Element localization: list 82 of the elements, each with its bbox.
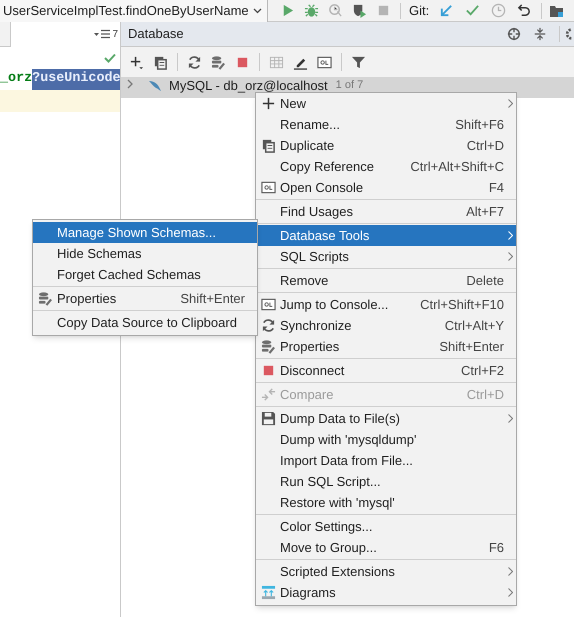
bug-icon[interactable] bbox=[304, 3, 319, 18]
menu-item[interactable]: Remove Delete bbox=[256, 270, 516, 291]
menu-item[interactable]: Hide Schemas bbox=[33, 243, 257, 264]
list-icon[interactable] bbox=[94, 29, 110, 39]
database-wrench-icon[interactable] bbox=[211, 54, 226, 70]
console-icon[interactable] bbox=[317, 54, 332, 70]
panel-title: Database bbox=[128, 25, 185, 44]
shortcut-label: Ctrl+D bbox=[466, 136, 504, 155]
menu-item[interactable]: Properties Shift+Enter bbox=[33, 288, 257, 309]
menu-item[interactable]: Diagrams bbox=[256, 582, 516, 603]
console-icon bbox=[260, 180, 276, 195]
chevron-right-icon bbox=[508, 252, 512, 261]
chevron-right-icon bbox=[508, 231, 512, 240]
menu-item[interactable]: Copy Reference Ctrl+Alt+Shift+C bbox=[256, 156, 516, 177]
shortcut-label: F6 bbox=[488, 538, 504, 557]
check-icon bbox=[104, 53, 116, 63]
menu-item[interactable]: Forget Cached Schemas bbox=[33, 264, 257, 285]
copy-icon bbox=[260, 138, 276, 153]
shortcut-label: Ctrl+Alt+Y bbox=[444, 316, 504, 335]
shortcut-label: Ctrl+F2 bbox=[461, 362, 504, 380]
shortcut-label: Shift+F6 bbox=[455, 116, 504, 134]
shortcut-label: Ctrl+D bbox=[466, 386, 504, 404]
chevron-right-icon[interactable] bbox=[125, 79, 135, 89]
plus-icon bbox=[260, 96, 276, 111]
connection-label: MySQL - db_orz@localhost bbox=[169, 79, 328, 92]
menu-item[interactable]: Duplicate Ctrl+D bbox=[256, 135, 516, 156]
menu-item[interactable]: Manage Shown Schemas... bbox=[33, 222, 257, 243]
menu-item[interactable]: Properties Shift+Enter bbox=[256, 336, 516, 357]
undo-icon[interactable] bbox=[517, 3, 532, 18]
shortcut-label: Shift+Enter bbox=[180, 290, 245, 308]
diagram-icon bbox=[260, 585, 276, 600]
chevron-right-icon bbox=[508, 414, 512, 423]
code-text: _orz bbox=[0, 70, 32, 88]
menu-item[interactable]: Database Tools bbox=[256, 225, 516, 246]
chevron-right-icon bbox=[508, 567, 512, 576]
git-label: Git: bbox=[409, 2, 430, 20]
menu-item[interactable]: Disconnect Ctrl+F2 bbox=[256, 360, 516, 381]
count-label: 7 bbox=[112, 28, 118, 42]
menu-item[interactable]: SQL Scripts bbox=[256, 246, 516, 267]
filter-icon[interactable] bbox=[351, 54, 366, 70]
menu-item[interactable]: Dump Data to File(s) bbox=[256, 408, 516, 429]
menu-item[interactable]: Dump with 'mysqldump' bbox=[256, 429, 516, 450]
shortcut-label: Ctrl+Alt+Shift+C bbox=[410, 158, 504, 176]
arrow-icon[interactable] bbox=[439, 3, 454, 18]
menu-item[interactable]: Copy Data Source to Clipboard bbox=[33, 312, 257, 333]
run-configuration-dropdown[interactable]: UserServiceImplTest.findOneByUserName bbox=[0, 0, 268, 22]
database-wrench-icon bbox=[38, 291, 52, 306]
refresh-icon[interactable] bbox=[187, 54, 202, 70]
check-icon[interactable] bbox=[465, 3, 480, 18]
menu-item[interactable]: Run SQL Script... bbox=[256, 471, 516, 492]
menu-item[interactable]: Move to Group... F6 bbox=[256, 537, 516, 558]
locate-icon[interactable] bbox=[507, 27, 521, 41]
save-icon bbox=[260, 411, 276, 426]
menu-item[interactable]: Scripted Extensions bbox=[256, 561, 516, 582]
menu-item[interactable]: Color Settings... bbox=[256, 516, 516, 537]
shortcut-label: Alt+F7 bbox=[466, 202, 504, 221]
database-wrench-icon bbox=[260, 339, 276, 354]
console-icon bbox=[260, 297, 276, 312]
menu-item[interactable]: Jump to Console... Ctrl+Shift+F10 bbox=[256, 294, 516, 315]
chevron-right-icon bbox=[508, 588, 512, 597]
menu-item[interactable]: Import Data from File... bbox=[256, 450, 516, 471]
refresh-icon bbox=[260, 318, 276, 333]
selected-code-text: ?useUnicode bbox=[32, 69, 120, 90]
menu-item[interactable]: Restore with 'mysql' bbox=[256, 492, 516, 513]
chevron-right-icon bbox=[508, 99, 512, 108]
menu-item[interactable]: Rename... Shift+F6 bbox=[256, 114, 516, 135]
compare-icon bbox=[260, 387, 276, 402]
shortcut-label: F4 bbox=[488, 178, 504, 197]
collapse-icon[interactable] bbox=[533, 27, 547, 41]
menu-item[interactable]: Find Usages Alt+F7 bbox=[256, 201, 516, 222]
connection-hint: 1 of 7 bbox=[336, 79, 364, 91]
profile-icon[interactable] bbox=[352, 3, 367, 18]
add-icon[interactable] bbox=[129, 54, 144, 70]
menu-item[interactable]: Open Console F4 bbox=[256, 177, 516, 198]
copy-icon[interactable] bbox=[153, 54, 168, 70]
settings-icon[interactable] bbox=[564, 27, 572, 41]
shortcut-label: Ctrl+Shift+F10 bbox=[420, 296, 504, 314]
shortcut-label: Shift+Enter bbox=[439, 338, 504, 356]
folder-icon[interactable] bbox=[550, 4, 564, 18]
shortcut-label: Delete bbox=[466, 272, 504, 290]
menu-item[interactable]: Synchronize Ctrl+Alt+Y bbox=[256, 315, 516, 336]
caret-icon bbox=[253, 8, 262, 14]
